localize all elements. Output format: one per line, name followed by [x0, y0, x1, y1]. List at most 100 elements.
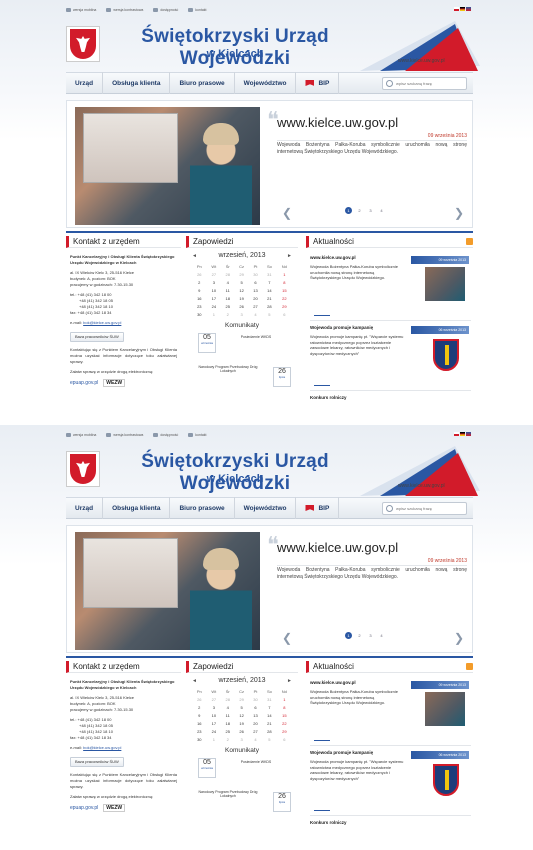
coat-of-arms-logo[interactable] — [66, 26, 100, 62]
calendar-day[interactable]: 26 — [192, 695, 207, 703]
calendar-day[interactable]: 18 — [221, 719, 234, 727]
accessibility-link[interactable]: dostępność — [153, 433, 178, 437]
calendar-day[interactable]: 18 — [221, 294, 234, 302]
search-input[interactable] — [396, 81, 464, 86]
flag-en-icon[interactable] — [466, 7, 471, 11]
calendar-day[interactable]: 23 — [192, 727, 207, 735]
calendar-day[interactable]: 14 — [262, 286, 277, 294]
calendar-day[interactable]: 25 — [221, 727, 234, 735]
calendar-day[interactable]: 13 — [249, 286, 262, 294]
search-icon[interactable] — [386, 505, 393, 512]
nav-item-wojewodztwo[interactable]: Województwo — [235, 497, 297, 519]
news-item-1[interactable]: www.kielce.uw.gov.pl 09 września 2013 Wo… — [310, 255, 471, 321]
calendar-day[interactable]: 28 — [262, 302, 277, 310]
slider-page-1[interactable]: 1 — [345, 632, 352, 639]
calendar-next-icon[interactable]: ► — [287, 253, 292, 259]
search-icon[interactable] — [386, 80, 393, 87]
calendar-day[interactable]: 24 — [207, 302, 222, 310]
contrast-version-link[interactable]: wersja kontrastowa — [106, 433, 143, 437]
calendar-day[interactable]: 3 — [207, 278, 222, 286]
calendar-day[interactable]: 19 — [234, 294, 249, 302]
news-item-1[interactable]: www.kielce.uw.gov.pl 09 września 2013 Wo… — [310, 680, 471, 746]
calendar-day[interactable]: 29 — [234, 695, 249, 703]
flag-pl-icon[interactable] — [454, 432, 459, 436]
calendar-day[interactable]: 2 — [192, 278, 207, 286]
calendar-day[interactable]: 7 — [262, 703, 277, 711]
calendar-day[interactable]: 29 — [234, 270, 249, 278]
calendar-day[interactable]: 6 — [249, 703, 262, 711]
calendar-day[interactable]: 31 — [262, 270, 277, 278]
flag-de-icon[interactable] — [460, 7, 465, 11]
epuap-link[interactable]: epuap.gov.pl — [70, 380, 98, 386]
calendar-day[interactable]: 17 — [207, 719, 222, 727]
komunikat-item-1[interactable]: 05 września Posiedzenie WKDS — [198, 756, 286, 786]
email-link[interactable]: bok@kielce.uw.gov.pl — [83, 320, 121, 325]
calendar-day[interactable]: 30 — [249, 695, 262, 703]
komunikat-item-2[interactable]: Narodowy Program Przebudowy Dróg Lokalny… — [198, 788, 291, 818]
slide-photo[interactable] — [75, 107, 260, 225]
nav-item-bip[interactable]: BIP — [296, 497, 340, 519]
calendar-day[interactable]: 9 — [192, 286, 207, 294]
slider-page-3[interactable]: 3 — [367, 207, 374, 214]
nav-item-biuro[interactable]: Biuro prasowe — [170, 497, 235, 519]
calendar-day[interactable]: 15 — [277, 711, 292, 719]
calendar-day[interactable]: 3 — [207, 703, 222, 711]
calendar-day[interactable]: 6 — [277, 735, 292, 743]
calendar-day[interactable]: 11 — [221, 711, 234, 719]
email-link[interactable]: bok@kielce.uw.gov.pl — [83, 745, 121, 750]
nav-item-obsluga[interactable]: Obsługa klienta — [103, 497, 171, 519]
calendar-day[interactable]: 10 — [207, 286, 222, 294]
medical-badge-thumbnail[interactable] — [425, 762, 465, 796]
calendar-day[interactable]: 26 — [234, 727, 249, 735]
calendar-day[interactable]: 5 — [262, 735, 277, 743]
rss-icon[interactable] — [466, 238, 473, 245]
calendar-day[interactable]: 5 — [262, 310, 277, 318]
calendar-day[interactable]: 13 — [249, 711, 262, 719]
calendar-day[interactable]: 3 — [234, 735, 249, 743]
chevron-left-icon[interactable]: ❮ — [282, 631, 292, 645]
chevron-right-icon[interactable]: ❯ — [454, 206, 464, 220]
medical-badge-thumbnail[interactable] — [425, 337, 465, 371]
calendar-day[interactable]: 21 — [262, 719, 277, 727]
slider-page-2[interactable]: 2 — [356, 632, 363, 639]
calendar-day[interactable]: 5 — [234, 703, 249, 711]
wezw-link[interactable]: WEZW — [103, 379, 126, 387]
calendar-day[interactable]: 1 — [207, 735, 222, 743]
calendar-day[interactable]: 29 — [277, 302, 292, 310]
nav-item-biuro[interactable]: Biuro prasowe — [170, 72, 235, 94]
slider-page-4[interactable]: 4 — [378, 632, 385, 639]
wezw-link[interactable]: WEZW — [103, 804, 126, 812]
slider-page-4[interactable]: 4 — [378, 207, 385, 214]
calendar-day[interactable]: 1 — [277, 270, 292, 278]
calendar-day[interactable]: 1 — [277, 695, 292, 703]
news-thumbnail-1[interactable] — [425, 692, 465, 726]
calendar-day[interactable]: 23 — [192, 302, 207, 310]
coat-of-arms-logo[interactable] — [66, 451, 100, 487]
nav-item-urzad[interactable]: Urząd — [66, 72, 104, 94]
calendar-day[interactable]: 3 — [234, 310, 249, 318]
staff-directory-button[interactable]: Baza pracowników ŚUW — [70, 757, 124, 767]
staff-directory-button[interactable]: Baza pracowników ŚUW — [70, 332, 124, 342]
slider-page-2[interactable]: 2 — [356, 207, 363, 214]
calendar-day[interactable]: 2 — [221, 735, 234, 743]
calendar-day[interactable]: 20 — [249, 719, 262, 727]
calendar-day[interactable]: 16 — [192, 294, 207, 302]
slide-title[interactable]: www.kielce.uw.gov.pl — [277, 540, 398, 555]
calendar-day[interactable]: 20 — [249, 294, 262, 302]
calendar-day[interactable]: 6 — [249, 278, 262, 286]
calendar-day[interactable]: 26 — [192, 270, 207, 278]
calendar-day[interactable]: 27 — [249, 727, 262, 735]
calendar-prev-icon[interactable]: ◄ — [192, 253, 197, 259]
search-input[interactable] — [396, 506, 464, 511]
calendar-day[interactable]: 12 — [234, 286, 249, 294]
calendar-day[interactable]: 10 — [207, 711, 222, 719]
chevron-left-icon[interactable]: ❮ — [282, 206, 292, 220]
calendar-prev-icon[interactable]: ◄ — [192, 678, 197, 684]
flag-pl-icon[interactable] — [454, 7, 459, 11]
calendar-day[interactable]: 4 — [221, 703, 234, 711]
news-thumbnail-1[interactable] — [425, 267, 465, 301]
calendar-day[interactable]: 2 — [221, 310, 234, 318]
contrast-version-link[interactable]: wersja kontrastowa — [106, 8, 143, 12]
nav-item-urzad[interactable]: Urząd — [66, 497, 104, 519]
calendar-day[interactable]: 4 — [249, 310, 262, 318]
